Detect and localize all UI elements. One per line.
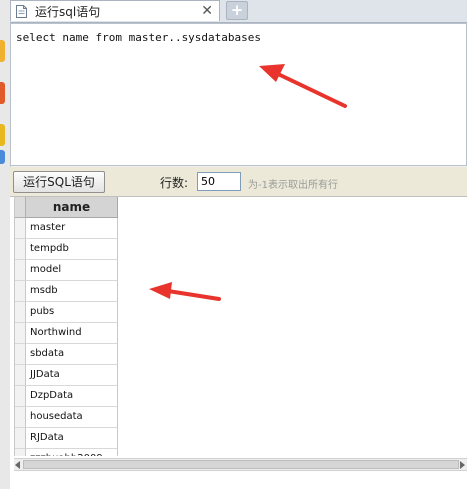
table-row[interactable]: master	[15, 218, 118, 239]
row-header[interactable]	[15, 365, 26, 386]
grid-header: name	[15, 197, 118, 218]
run-sql-button[interactable]: 运行SQL语句	[13, 171, 105, 193]
table-cell-name[interactable]: DzpData	[26, 386, 118, 407]
table-row[interactable]: sbdata	[15, 344, 118, 365]
table-row[interactable]: Northwind	[15, 323, 118, 344]
row-header[interactable]	[15, 218, 26, 239]
row-header[interactable]	[15, 428, 26, 449]
table-cell-name[interactable]: tempdb	[26, 239, 118, 260]
table-cell-name[interactable]: RJData	[26, 428, 118, 449]
tab-bar: 运行sql语句 ✕ +	[10, 0, 467, 23]
scroll-left-icon[interactable]	[15, 461, 20, 469]
sql-editor[interactable]: select name from master..sysdatabases	[10, 23, 467, 166]
row-header[interactable]	[15, 323, 26, 344]
column-header-name[interactable]: name	[26, 197, 118, 218]
row-header[interactable]	[15, 407, 26, 428]
toolbar-icon-3[interactable]	[0, 124, 5, 146]
table-cell-name[interactable]: master	[26, 218, 118, 239]
table-row[interactable]: pubs	[15, 302, 118, 323]
row-header[interactable]	[15, 239, 26, 260]
table-cell-name[interactable]: housedata	[26, 407, 118, 428]
toolbar-icon-2[interactable]	[0, 82, 5, 104]
grid-body: master tempdb model msdb pubs Northwind sbdata…	[15, 218, 118, 456]
toolbar-icon-4[interactable]	[0, 150, 5, 164]
row-header[interactable]	[15, 302, 26, 323]
table-cell-name[interactable]: Northwind	[26, 323, 118, 344]
rows-hint: 为-1表示取出所有行	[248, 180, 338, 191]
horizontal-scrollbar[interactable]	[14, 458, 467, 471]
table-cell-name[interactable]: sbdata	[26, 344, 118, 365]
rows-label: 行数:	[160, 176, 189, 190]
scrollbar-thumb[interactable]	[23, 460, 459, 469]
table-cell-name[interactable]: msdb	[26, 281, 118, 302]
table-row[interactable]: JJData	[15, 365, 118, 386]
rows-input[interactable]	[197, 172, 241, 191]
grid-corner[interactable]	[15, 197, 26, 218]
document-icon	[16, 4, 27, 18]
scroll-right-icon[interactable]	[460, 461, 465, 469]
table-row[interactable]: msdb	[15, 281, 118, 302]
toolbar-icon-1[interactable]	[0, 40, 5, 62]
row-header[interactable]	[15, 260, 26, 281]
row-header[interactable]	[15, 281, 26, 302]
tab-title: 运行sql语句	[35, 4, 101, 19]
row-header[interactable]	[15, 344, 26, 365]
table-row[interactable]: tempdb	[15, 239, 118, 260]
row-header[interactable]	[15, 449, 26, 456]
table-cell-name[interactable]: model	[26, 260, 118, 281]
row-header[interactable]	[15, 386, 26, 407]
table-row[interactable]: DzpData	[15, 386, 118, 407]
table-cell-name[interactable]: JJData	[26, 365, 118, 386]
table-row[interactable]: model	[15, 260, 118, 281]
results-panel: name master tempdb model msdb pubs Northwind s…	[10, 197, 467, 489]
query-toolbar: 运行SQL语句 行数: 为-1表示取出所有行	[10, 167, 467, 197]
close-icon[interactable]: ✕	[201, 3, 213, 19]
sql-editor-text[interactable]: select name from master..sysdatabases	[16, 31, 261, 44]
tab-run-sql[interactable]: 运行sql语句 ✕	[10, 0, 220, 21]
table-cell-name[interactable]: zzzhuahb2009	[26, 449, 118, 456]
add-tab-icon[interactable]: +	[226, 1, 248, 20]
table-row[interactable]: housedata	[15, 407, 118, 428]
table-row[interactable]: RJData	[15, 428, 118, 449]
table-row[interactable]: zzzhuahb2009	[15, 449, 118, 456]
results-grid[interactable]: name master tempdb model msdb pubs Northwind s…	[14, 197, 118, 456]
table-cell-name[interactable]: pubs	[26, 302, 118, 323]
